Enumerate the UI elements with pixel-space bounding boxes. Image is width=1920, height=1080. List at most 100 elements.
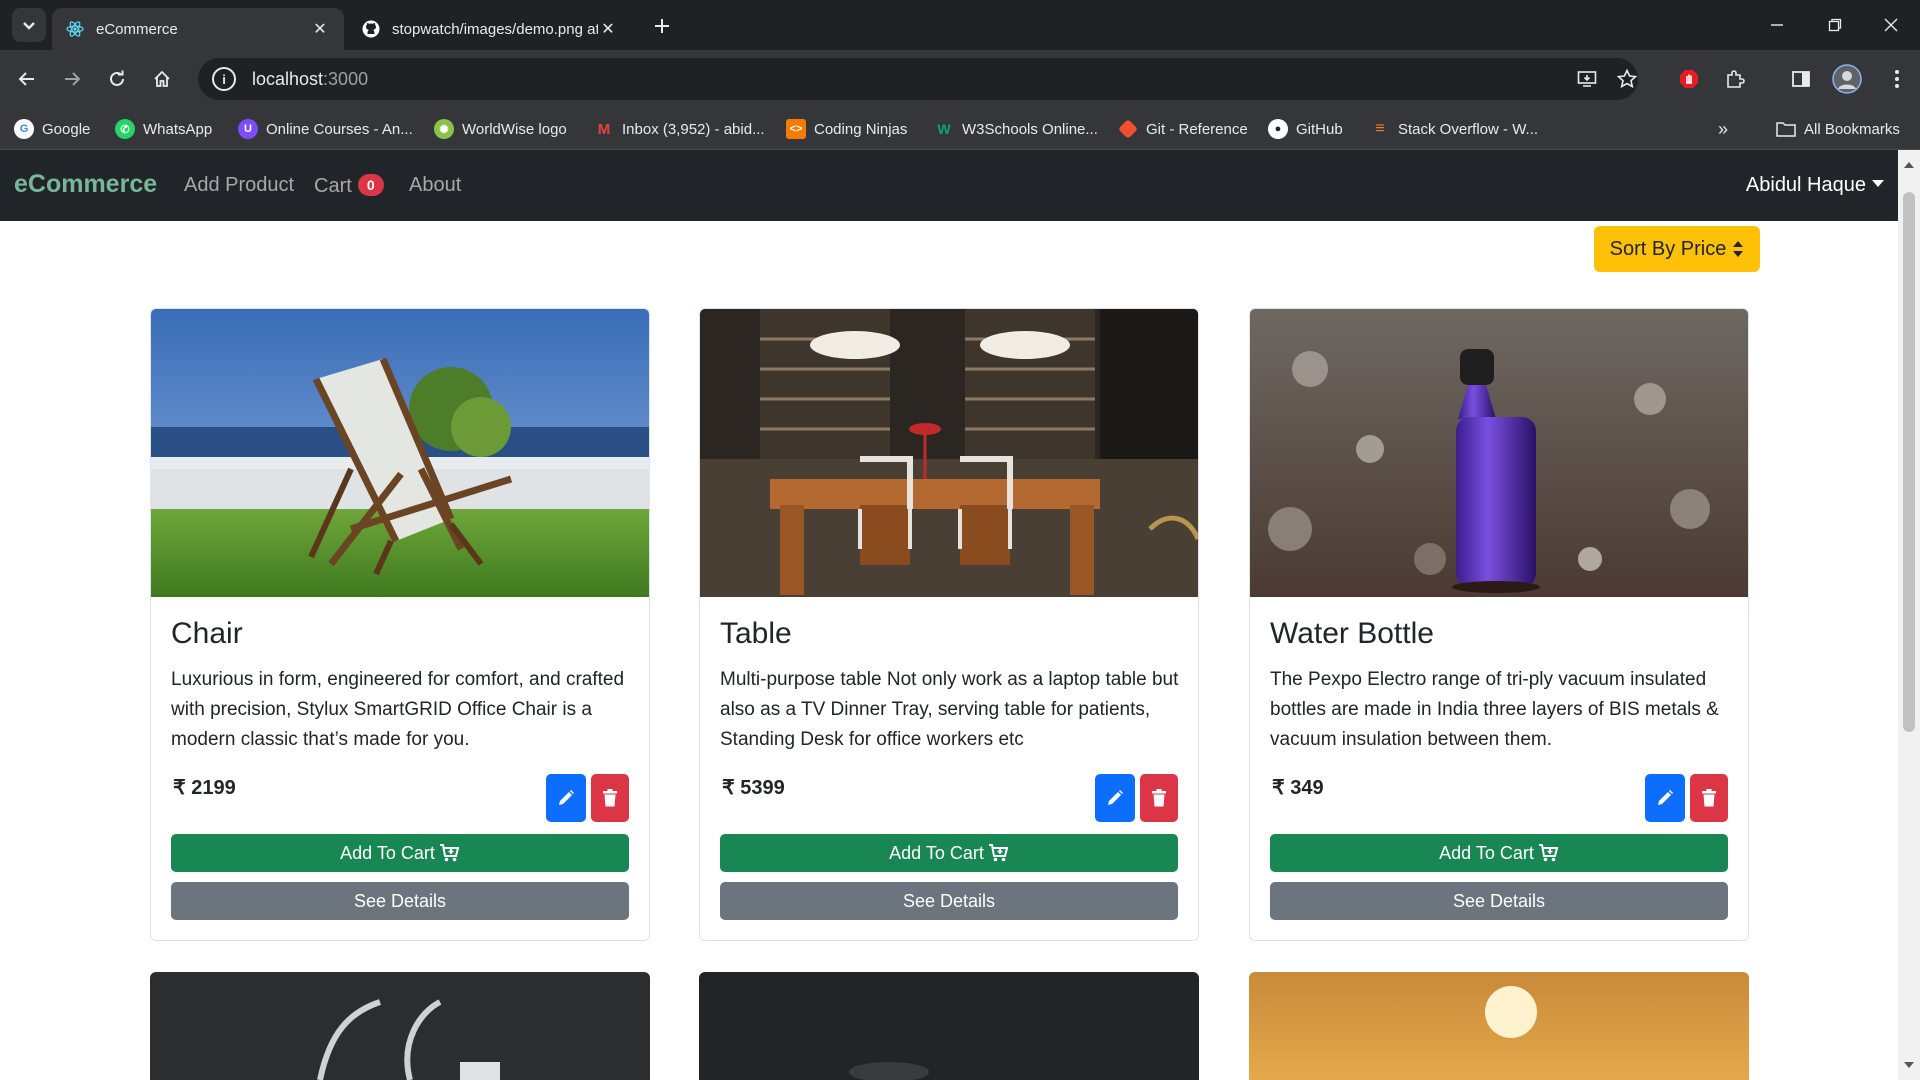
tab-ecommerce[interactable]: eCommerce ✕ — [52, 8, 344, 50]
github-icon: ● — [1268, 119, 1288, 139]
forward-button[interactable] — [55, 62, 89, 96]
product-title: Table — [720, 617, 792, 650]
browser-menu-button[interactable] — [1880, 62, 1914, 96]
product-card-water-bottle: Water Bottle The Pexpo Electro range of … — [1249, 308, 1749, 941]
stackoverflow-icon: ≡ — [1375, 120, 1385, 137]
bookmarks-bar: G Google ✆ WhatsApp U Online Courses - A… — [0, 108, 1920, 150]
close-icon[interactable]: ✕ — [310, 19, 330, 39]
reload-button[interactable] — [100, 62, 134, 96]
add-to-cart-label: Add To Cart — [340, 842, 435, 863]
add-to-cart-button[interactable]: Add To Cart — [171, 834, 629, 872]
git-icon — [1118, 119, 1138, 139]
back-button[interactable] — [10, 62, 44, 96]
product-image-chair — [151, 309, 649, 597]
bookmarks-overflow-button[interactable]: » — [1718, 117, 1728, 141]
worldwise-icon: ✺ — [434, 119, 454, 139]
bookmark-star-button[interactable] — [1610, 62, 1644, 96]
product-image — [317, 999, 500, 1080]
product-card-partial — [150, 972, 650, 1080]
bookmark-whatsapp[interactable]: ✆ WhatsApp — [115, 117, 212, 141]
bookmark-label: Git - Reference — [1146, 120, 1248, 138]
product-card-table: Table Multi-purpose table Not only work … — [699, 308, 1199, 941]
bookmark-git-reference[interactable]: Git - Reference — [1118, 117, 1248, 141]
scrollbar-thumb[interactable] — [1903, 192, 1915, 732]
bookmark-label: Online Courses - An... — [266, 120, 413, 138]
product-card-partial — [699, 972, 1199, 1080]
bookmark-coding-ninjas[interactable]: <> Coding Ninjas — [786, 117, 907, 141]
pencil-icon — [559, 790, 574, 805]
close-window-button[interactable] — [1862, 0, 1920, 50]
info-icon[interactable]: i — [212, 67, 236, 91]
trash-icon — [1702, 789, 1716, 807]
trash-icon — [603, 789, 617, 807]
cart-count-badge: 0 — [357, 174, 384, 196]
restore-button[interactable] — [1806, 0, 1864, 50]
pencil-icon — [1108, 790, 1123, 805]
product-description: Multi-purpose table Not only work as a l… — [720, 669, 1179, 750]
chevron-down-icon — [23, 22, 35, 30]
side-panel-button[interactable] — [1784, 62, 1818, 96]
caret-down-icon — [1872, 180, 1884, 187]
cart-plus-icon — [439, 844, 460, 862]
bookmark-online-courses[interactable]: U Online Courses - An... — [238, 117, 413, 141]
delete-product-button[interactable] — [1140, 774, 1178, 822]
edit-product-button[interactable] — [546, 774, 586, 822]
install-app-button[interactable] — [1570, 62, 1604, 96]
address-bar[interactable]: i localhost:3000 — [198, 58, 1638, 100]
see-details-button[interactable]: See Details — [1270, 882, 1728, 920]
trash-icon — [1152, 789, 1166, 807]
product-image — [849, 1062, 929, 1080]
bookmark-gmail-inbox[interactable]: M Inbox (3,952) - abid... — [594, 117, 765, 141]
delete-product-button[interactable] — [591, 774, 629, 822]
cart-plus-icon — [988, 844, 1009, 862]
bookmark-github[interactable]: ● GitHub — [1268, 117, 1343, 141]
bookmark-google[interactable]: G Google — [14, 117, 90, 141]
bookmark-label: Stack Overflow - W... — [1398, 120, 1539, 138]
cart-plus-icon — [1538, 844, 1559, 862]
user-name: Abidul Haque — [1745, 174, 1866, 196]
all-bookmarks-button[interactable]: All Bookmarks — [1776, 117, 1900, 141]
whatsapp-icon: ✆ — [115, 119, 135, 139]
nav-cart[interactable]: Cart 0 — [314, 174, 384, 198]
rupee-icon: ₹ — [173, 777, 186, 799]
home-button[interactable] — [145, 62, 179, 96]
scroll-up-icon[interactable] — [1904, 162, 1914, 168]
avatar-icon — [1832, 64, 1862, 94]
bookmark-label: WhatsApp — [143, 120, 213, 138]
arrow-left-icon — [18, 72, 34, 86]
product-card-partial — [1249, 972, 1749, 1080]
page-scrollbar[interactable] — [1898, 150, 1920, 1080]
arrow-right-icon — [65, 72, 81, 86]
add-to-cart-label: Add To Cart — [1439, 842, 1534, 863]
extensions-button[interactable] — [1718, 62, 1752, 96]
minimize-button[interactable] — [1748, 0, 1806, 50]
tab-search-button[interactable] — [12, 8, 46, 42]
user-dropdown[interactable]: Abidul Haque — [1746, 174, 1884, 197]
brand-logo[interactable]: eCommerce — [14, 170, 157, 199]
delete-product-button[interactable] — [1690, 774, 1728, 822]
rupee-icon: ₹ — [1272, 777, 1285, 799]
edit-product-button[interactable] — [1095, 774, 1135, 822]
add-to-cart-label: Add To Cart — [889, 842, 984, 863]
product-image-table — [700, 309, 1198, 597]
bookmark-w3schools[interactable]: W W3Schools Online... — [934, 117, 1098, 141]
tab-github-stopwatch[interactable]: stopwatch/images/demo.png at ✕ — [348, 8, 632, 50]
add-to-cart-button[interactable]: Add To Cart — [720, 834, 1178, 872]
sort-by-price-button[interactable]: Sort By Price — [1594, 226, 1760, 272]
rupee-icon: ₹ — [722, 777, 735, 799]
nav-about[interactable]: About — [409, 174, 461, 197]
new-tab-button[interactable] — [648, 12, 676, 40]
close-icon[interactable]: ✕ — [598, 19, 618, 39]
add-to-cart-button[interactable]: Add To Cart — [1270, 834, 1728, 872]
tab-title: eCommerce — [96, 20, 178, 38]
extension-adblock-button[interactable] — [1672, 62, 1706, 96]
edit-product-button[interactable] — [1645, 774, 1685, 822]
profile-avatar[interactable] — [1830, 62, 1864, 96]
scroll-down-icon[interactable] — [1904, 1062, 1914, 1068]
nav-add-product[interactable]: Add Product — [184, 174, 294, 197]
bookmark-stack-overflow[interactable]: ≡ Stack Overflow - W... — [1370, 117, 1538, 141]
see-details-button[interactable]: See Details — [720, 882, 1178, 920]
see-details-button[interactable]: See Details — [171, 882, 629, 920]
bookmark-worldwise[interactable]: ✺ WorldWise logo — [434, 117, 567, 141]
app-navbar: eCommerce Add Product Cart 0 About Abidul… — [0, 150, 1920, 221]
